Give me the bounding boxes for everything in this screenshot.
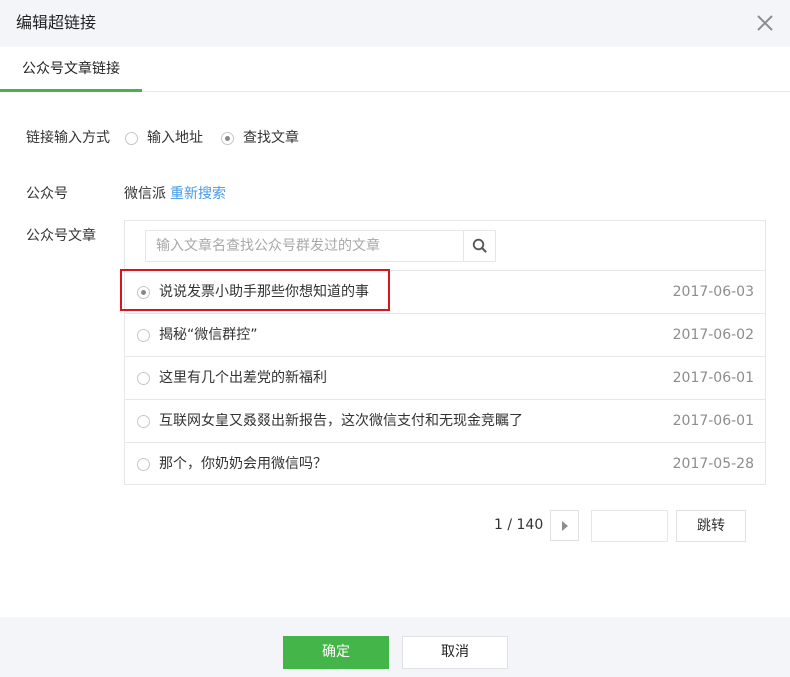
article-item[interactable]: 说说发票小助手那些你想知道的事 2017-06-03 — [125, 270, 765, 313]
article-date: 2017-05-28 — [672, 456, 754, 472]
article-title: 那个，你奶奶会用微信吗？ — [159, 456, 327, 472]
goto-page-button[interactable]: 跳转 — [676, 510, 746, 542]
page-indicator: 1 / 140 — [494, 517, 544, 533]
article-item[interactable]: 揭秘“微信群控” 2017-06-02 — [125, 313, 765, 356]
articles-label: 公众号文章 — [26, 228, 96, 244]
radio-find-article[interactable]: 查找文章 — [221, 128, 299, 148]
dialog-title: 编辑超链接 — [16, 13, 97, 32]
article-title: 揭秘“微信群控” — [159, 327, 258, 343]
account-name: 微信派 — [124, 186, 166, 202]
article-title: 这里有几个出差党的新福利 — [159, 370, 327, 386]
cancel-button[interactable]: 取消 — [402, 636, 508, 669]
radio-circle-checked[interactable] — [221, 131, 234, 145]
close-icon[interactable] — [750, 8, 780, 38]
article-radio[interactable] — [137, 415, 150, 428]
tab-article-link[interactable]: 公众号文章链接 — [0, 47, 142, 92]
radio-label: 输入地址 — [147, 130, 203, 146]
chevron-right-icon — [561, 520, 568, 531]
radio-label: 查找文章 — [243, 130, 299, 146]
account-label: 公众号 — [26, 186, 68, 202]
article-radio[interactable] — [137, 372, 150, 385]
article-title: 互联网女皇又叒叕出新报告，这次微信支付和无现金竞瞩了 — [159, 413, 523, 429]
article-item[interactable]: 互联网女皇又叒叕出新报告，这次微信支付和无现金竞瞩了 2017-06-01 — [125, 399, 765, 442]
article-radio[interactable] — [137, 329, 150, 342]
article-item[interactable]: 那个，你奶奶会用微信吗？ 2017-05-28 — [125, 442, 765, 485]
article-date: 2017-06-01 — [672, 413, 754, 429]
dialog-footer: 确定 取消 — [0, 617, 790, 677]
article-title: 说说发票小助手那些你想知道的事 — [159, 284, 369, 300]
link-input-mode-label: 链接输入方式 — [26, 130, 110, 146]
article-radio-checked[interactable] — [137, 286, 150, 299]
dialog-header: 编辑超链接 — [0, 0, 790, 47]
radio-input-url[interactable]: 输入地址 — [125, 128, 203, 148]
search-button[interactable] — [463, 231, 495, 261]
goto-page-input[interactable] — [591, 510, 668, 542]
article-radio[interactable] — [137, 458, 150, 471]
article-search-input[interactable] — [146, 231, 464, 261]
article-search-box — [145, 230, 496, 262]
article-date: 2017-06-02 — [672, 327, 754, 343]
article-list: 说说发票小助手那些你想知道的事 2017-06-03 揭秘“微信群控” 2017… — [125, 270, 765, 485]
radio-circle[interactable] — [125, 131, 138, 145]
article-item[interactable]: 这里有几个出差党的新福利 2017-06-01 — [125, 356, 765, 399]
research-link[interactable]: 重新搜索 — [170, 184, 226, 204]
article-date: 2017-06-01 — [672, 370, 754, 386]
article-date: 2017-06-03 — [672, 284, 754, 300]
article-panel: 说说发票小助手那些你想知道的事 2017-06-03 揭秘“微信群控” 2017… — [124, 220, 766, 485]
confirm-button[interactable]: 确定 — [283, 636, 389, 669]
search-icon — [472, 238, 487, 253]
next-page-button[interactable] — [550, 510, 579, 541]
tab-bar: 公众号文章链接 — [0, 47, 790, 92]
